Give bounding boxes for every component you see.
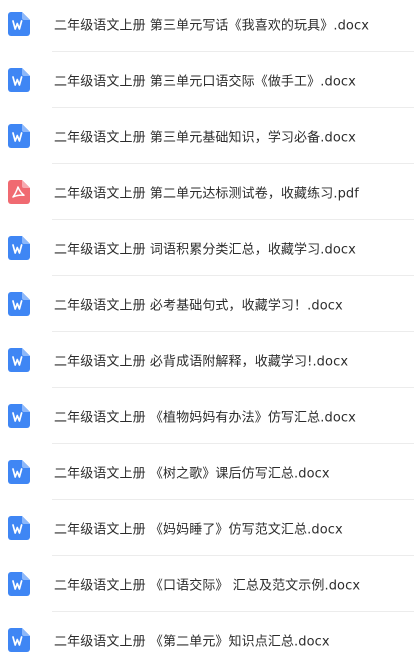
word-doc-icon [8, 460, 30, 484]
file-row[interactable]: 二年级语文上册 词语积累分类汇总，收藏学习.docx [0, 220, 414, 276]
pdf-doc-icon [8, 180, 30, 204]
file-name: 二年级语文上册 《口语交际》 汇总及范文示例.docx [54, 578, 361, 594]
file-row[interactable]: 二年级语文上册 必考基础句式，收藏学习！.docx [0, 276, 414, 332]
word-doc-icon [8, 404, 30, 428]
word-doc-icon [8, 628, 30, 652]
word-doc-icon [8, 124, 30, 148]
word-doc-icon [8, 572, 30, 596]
file-name: 二年级语文上册 第三单元写话《我喜欢的玩具》.docx [54, 18, 370, 34]
file-name: 二年级语文上册 《第二单元》知识点汇总.docx [54, 634, 330, 650]
file-row[interactable]: 二年级语文上册 《口语交际》 汇总及范文示例.docx [0, 556, 414, 612]
file-name: 二年级语文上册 《植物妈妈有办法》仿写汇总.docx [54, 410, 356, 426]
file-name: 二年级语文上册 必背成语附解释，收藏学习!.docx [54, 354, 349, 370]
word-doc-icon [8, 348, 30, 372]
word-doc-icon [8, 292, 30, 316]
file-row[interactable]: 二年级语文上册 第二单元达标测试卷，收藏练习.pdf [0, 164, 414, 220]
file-list: 二年级语文上册 第三单元写话《我喜欢的玩具》.docx 二年级语文上册 第三单元… [0, 0, 414, 659]
word-doc-icon [8, 516, 30, 540]
word-doc-icon [8, 12, 30, 36]
file-name: 二年级语文上册 《妈妈睡了》仿写范文汇总.docx [54, 522, 343, 538]
file-row[interactable]: 二年级语文上册 必背成语附解释，收藏学习!.docx [0, 332, 414, 388]
file-row[interactable]: 二年级语文上册 第三单元口语交际《做手工》.docx [0, 52, 414, 108]
file-name: 二年级语文上册 必考基础句式，收藏学习！.docx [54, 298, 343, 314]
file-name: 二年级语文上册 第三单元基础知识，学习必备.docx [54, 130, 356, 146]
file-row[interactable]: 二年级语文上册 第三单元基础知识，学习必备.docx [0, 108, 414, 164]
file-row[interactable]: 二年级语文上册 《妈妈睡了》仿写范文汇总.docx [0, 500, 414, 556]
file-row[interactable]: 二年级语文上册 第三单元写话《我喜欢的玩具》.docx [0, 0, 414, 52]
word-doc-icon [8, 68, 30, 92]
file-name: 二年级语文上册 第二单元达标测试卷，收藏练习.pdf [54, 186, 359, 202]
word-doc-icon [8, 236, 30, 260]
file-row[interactable]: 二年级语文上册 《树之歌》课后仿写汇总.docx [0, 444, 414, 500]
file-name: 二年级语文上册 词语积累分类汇总，收藏学习.docx [54, 242, 356, 258]
file-name: 二年级语文上册 《树之歌》课后仿写汇总.docx [54, 466, 330, 482]
file-name: 二年级语文上册 第三单元口语交际《做手工》.docx [54, 74, 356, 90]
file-row[interactable]: 二年级语文上册 《植物妈妈有办法》仿写汇总.docx [0, 388, 414, 444]
file-row[interactable]: 二年级语文上册 《第二单元》知识点汇总.docx [0, 612, 414, 668]
